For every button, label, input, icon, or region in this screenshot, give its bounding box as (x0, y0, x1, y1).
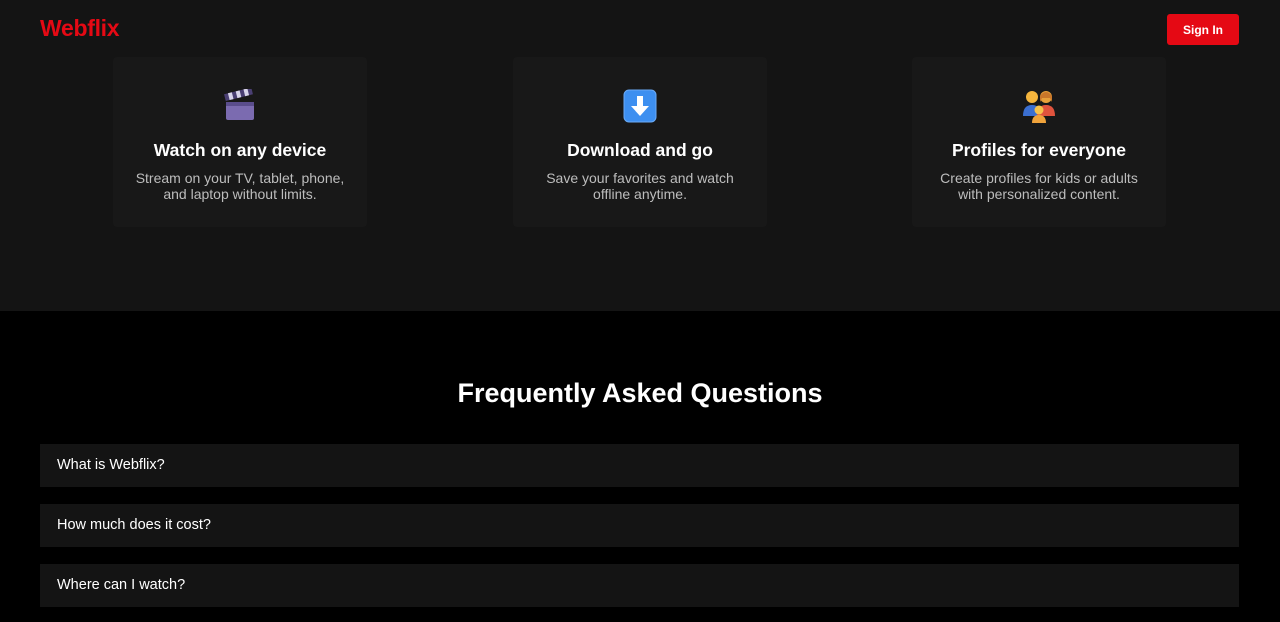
features-section: Webflix Sign In Watch on any device Stre… (0, 0, 1280, 311)
feature-description: Stream on your TV, tablet, phone, and la… (135, 170, 345, 202)
sign-in-button[interactable]: Sign In (1167, 14, 1239, 45)
faq-item-where[interactable]: Where can I watch? (40, 564, 1239, 607)
feature-title: Watch on any device (153, 140, 327, 160)
feature-card-devices: Watch on any device Stream on your TV, t… (113, 57, 367, 227)
feature-title: Profiles for everyone (951, 140, 1127, 160)
download-arrow-icon (513, 87, 767, 125)
header: Webflix Sign In (0, 0, 1280, 60)
feature-title: Download and go (567, 140, 713, 160)
faq-question: How much does it cost? (57, 517, 211, 533)
family-profiles-icon (912, 87, 1166, 125)
faq-item-cost[interactable]: How much does it cost? (40, 504, 1239, 547)
faq-title: Frequently Asked Questions (457, 378, 823, 408)
feature-description: Save your favorites and watch offline an… (546, 170, 734, 202)
logo[interactable]: Webflix (40, 15, 120, 42)
faq-question: Where can I watch? (57, 577, 186, 593)
faq-question: What is Webflix? (57, 457, 165, 473)
faq-item-what-is[interactable]: What is Webflix? (40, 444, 1239, 487)
feature-description: Create profiles for kids or adults with … (940, 170, 1138, 202)
feature-card-profiles: Profiles for everyone Create profiles fo… (912, 57, 1166, 227)
feature-card-download: Download and go Save your favorites and … (513, 57, 767, 227)
clapper-board-icon (113, 87, 367, 125)
